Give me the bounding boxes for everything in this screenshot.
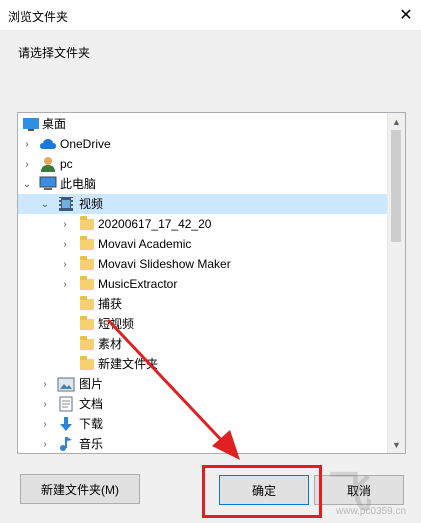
tree-item-label: 短视频 <box>98 317 135 331</box>
tree-item-pc[interactable]: › pc <box>18 154 387 174</box>
close-icon[interactable]: ✕ <box>391 0 421 30</box>
tree-item-label: pc <box>60 157 73 171</box>
tree-item-folder-movavi-academic[interactable]: › Movavi Academic <box>18 234 387 254</box>
watermark-url: www.pc0359.cn <box>336 506 407 517</box>
tree-item-label: OneDrive <box>60 137 111 151</box>
tree-item-documents[interactable]: › 文档 <box>18 394 387 414</box>
chevron-right-icon[interactable]: › <box>40 419 50 430</box>
tree-item-onedrive[interactable]: › OneDrive <box>18 134 387 154</box>
tree-item-label: MusicExtractor <box>98 277 178 291</box>
tree-item-label: 音乐 <box>79 437 104 451</box>
new-folder-button[interactable]: 新建文件夹(M) <box>20 474 140 504</box>
scrollbar-thumb[interactable] <box>391 130 401 242</box>
folder-icon <box>80 216 94 230</box>
folder-icon <box>80 316 94 330</box>
scroll-down-icon[interactable]: ▼ <box>388 436 405 453</box>
title-bar: 浏览文件夹 ✕ <box>0 0 421 30</box>
tree-item-folder-material[interactable]: 素材 <box>18 334 387 354</box>
tree-item-label: 桌面 <box>42 117 67 131</box>
chevron-right-icon[interactable]: › <box>60 279 70 290</box>
chevron-down-icon[interactable]: ⌄ <box>22 179 32 190</box>
tree-item-label: 图片 <box>79 377 104 391</box>
tree-item-folder-20200617[interactable]: › 20200617_17_42_20 <box>18 214 387 234</box>
tree-item-pictures[interactable]: › 图片 <box>18 374 387 394</box>
tree-item-folder-capture[interactable]: 捕获 <box>18 294 387 314</box>
tree-item-label: 视频 <box>79 197 104 211</box>
tree-item-label: Movavi Academic <box>98 237 192 251</box>
dialog-description: 请选择文件夹 <box>18 46 91 60</box>
folder-icon <box>80 356 94 370</box>
folder-tree[interactable]: 桌面 › OneDrive › pc ⌄ 此电脑 ⌄ 视频 › 20200617… <box>17 112 406 454</box>
tree-item-label: 20200617_17_42_20 <box>98 217 212 231</box>
folder-icon <box>80 276 94 290</box>
tree-item-desktop[interactable]: 桌面 <box>18 114 387 134</box>
documents-icon <box>59 396 73 412</box>
vertical-scrollbar[interactable]: ▲ ▼ <box>387 113 405 453</box>
tree-item-label: 新建文件夹 <box>98 357 159 371</box>
tree-item-folder-new-folder[interactable]: 新建文件夹 <box>18 354 387 374</box>
chevron-right-icon[interactable]: › <box>22 139 32 150</box>
pictures-icon <box>57 377 75 392</box>
video-folder-icon <box>59 197 73 211</box>
tree-item-folder-short-video[interactable]: 短视频 <box>18 314 387 334</box>
tree-item-folder-movavi-slideshow[interactable]: › Movavi Slideshow Maker <box>18 254 387 274</box>
tree-item-folder-musicextractor[interactable]: › MusicExtractor <box>18 274 387 294</box>
chevron-right-icon[interactable]: › <box>60 239 70 250</box>
chevron-down-icon[interactable]: ⌄ <box>40 199 50 210</box>
tree-item-label: 文档 <box>79 397 104 411</box>
downloads-icon <box>60 417 72 431</box>
chevron-right-icon[interactable]: › <box>60 259 70 270</box>
folder-icon <box>80 336 94 350</box>
window-title: 浏览文件夹 <box>8 10 69 24</box>
ok-button[interactable]: 确定 <box>219 475 309 505</box>
tree-item-this-pc[interactable]: ⌄ 此电脑 <box>18 174 387 194</box>
folder-icon <box>80 236 94 250</box>
music-icon <box>60 437 72 451</box>
folder-icon <box>80 256 94 270</box>
scroll-up-icon[interactable]: ▲ <box>388 113 405 130</box>
tree-item-label: 下载 <box>79 417 104 431</box>
chevron-right-icon[interactable]: › <box>40 439 50 450</box>
tree-item-music[interactable]: › 音乐 <box>18 434 387 453</box>
cloud-icon <box>40 139 56 149</box>
chevron-right-icon[interactable]: › <box>40 379 50 390</box>
chevron-right-icon[interactable]: › <box>60 219 70 230</box>
tree-item-downloads[interactable]: › 下载 <box>18 414 387 434</box>
tree-item-label: 捕获 <box>98 297 123 311</box>
tree-item-videos[interactable]: ⌄ 视频 <box>18 194 387 214</box>
computer-icon <box>39 176 57 190</box>
folder-icon <box>80 296 94 310</box>
tree-item-label: 此电脑 <box>60 177 97 191</box>
user-icon <box>41 157 55 172</box>
chevron-right-icon[interactable]: › <box>22 159 32 170</box>
chevron-right-icon[interactable]: › <box>40 399 50 410</box>
tree-item-label: 素材 <box>98 337 123 351</box>
desktop-icon <box>23 118 39 131</box>
tree-item-label: Movavi Slideshow Maker <box>98 257 231 271</box>
